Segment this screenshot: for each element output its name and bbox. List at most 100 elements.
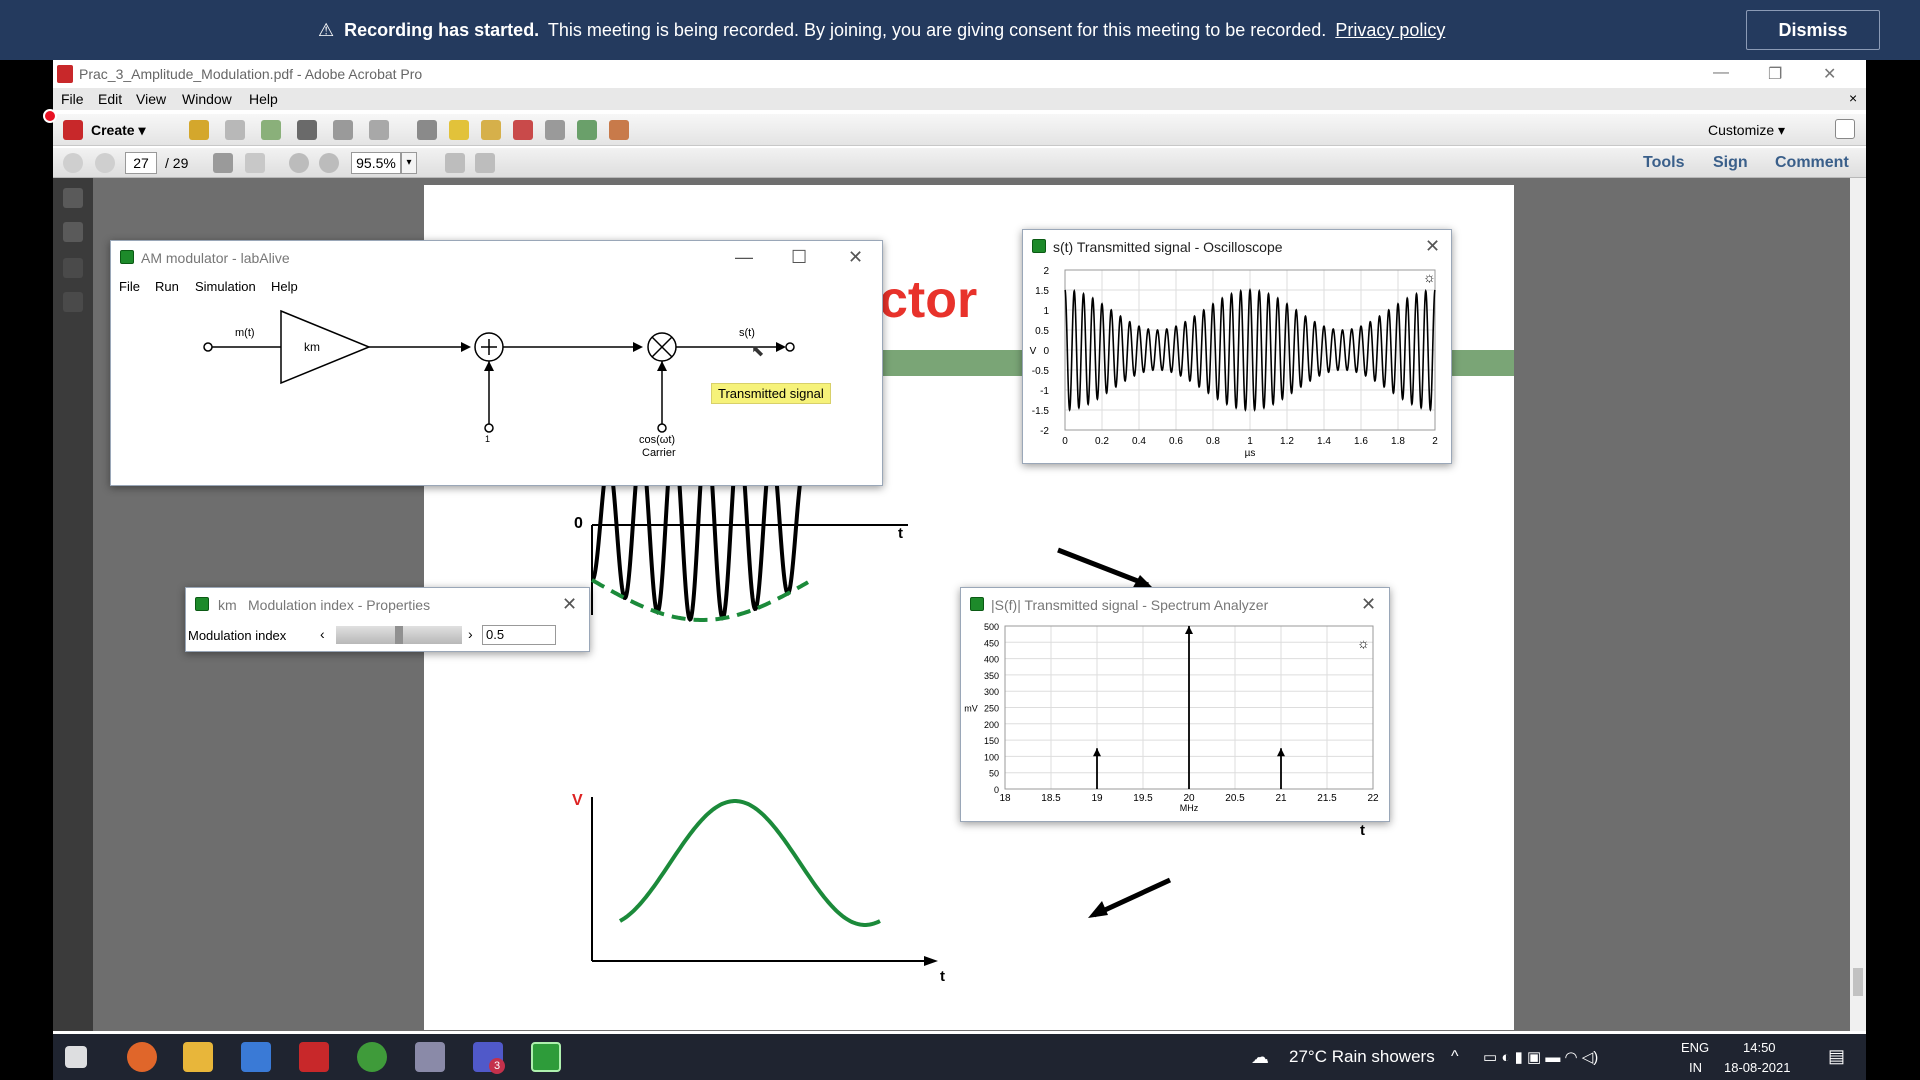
language-top[interactable]: ENG bbox=[1681, 1040, 1709, 1055]
acrobat-taskbar-icon[interactable] bbox=[299, 1042, 329, 1072]
zoom-out-icon[interactable] bbox=[289, 153, 309, 173]
spec-y-tick: 200 bbox=[984, 720, 999, 730]
slider-left-icon[interactable]: ‹ bbox=[320, 626, 325, 642]
pen-app-icon[interactable] bbox=[415, 1042, 445, 1072]
modulation-index-slider[interactable] bbox=[336, 626, 462, 644]
weather-text[interactable]: 27°C Rain showers bbox=[1289, 1047, 1435, 1067]
zoom-in-icon[interactable] bbox=[319, 153, 339, 173]
sine-axis-arrow bbox=[924, 956, 938, 966]
menu-window[interactable]: Window bbox=[182, 91, 232, 107]
vertical-scrollbar[interactable] bbox=[1850, 178, 1866, 1031]
tooltip-transmitted-signal: Transmitted signal bbox=[711, 383, 831, 404]
firefox-icon[interactable] bbox=[127, 1042, 157, 1072]
save-icon[interactable] bbox=[225, 120, 245, 140]
upload-icon[interactable] bbox=[261, 120, 281, 140]
notifications-icon[interactable]: ▤ bbox=[1828, 1046, 1845, 1067]
spectrum-analyzer-window: |S(f)| Transmitted signal - Spectrum Ana… bbox=[960, 587, 1390, 822]
spec-y-label: mV bbox=[964, 704, 978, 714]
modulation-index-label: Modulation index bbox=[188, 628, 287, 643]
fit-page-icon[interactable] bbox=[445, 153, 465, 173]
page-number-input[interactable]: 27 bbox=[125, 152, 157, 174]
close-doc-icon[interactable]: × bbox=[1849, 90, 1857, 106]
close-icon[interactable]: ✕ bbox=[562, 594, 577, 615]
customize-button[interactable]: Customize ▾ bbox=[1708, 122, 1785, 139]
windows-start-icon[interactable] bbox=[65, 1046, 87, 1068]
zoom-dropdown-icon[interactable]: ▾ bbox=[401, 152, 417, 174]
minimize-icon[interactable]: — bbox=[735, 247, 753, 268]
close-icon[interactable]: ✕ bbox=[848, 247, 863, 268]
fullscreen-icon[interactable] bbox=[1835, 119, 1855, 139]
scope-settings-icon[interactable]: ☼ bbox=[1423, 269, 1436, 285]
osc-x-tick: 0 bbox=[1062, 436, 1068, 447]
spectrum-settings-icon[interactable]: ☼ bbox=[1357, 635, 1370, 651]
tab-tools[interactable]: Tools bbox=[1643, 154, 1684, 172]
select-tool-icon[interactable] bbox=[213, 153, 233, 173]
create-button[interactable]: Create ▾ bbox=[91, 122, 146, 139]
tab-sign[interactable]: Sign bbox=[1713, 154, 1748, 172]
stamp-icon[interactable] bbox=[513, 120, 533, 140]
tray-icons[interactable]: ▭ ◐ ▮ ▣ ▬ ◠ ◁) bbox=[1483, 1048, 1598, 1066]
spec-x-tick: 18 bbox=[999, 793, 1011, 804]
osc-x-tick: 1.2 bbox=[1280, 436, 1294, 447]
pages-icon[interactable] bbox=[63, 188, 83, 208]
file-explorer-icon[interactable] bbox=[183, 1042, 213, 1072]
zoom-input[interactable]: 95.5% bbox=[351, 152, 401, 174]
restore-icon[interactable]: ❐ bbox=[1768, 64, 1782, 84]
attachments-icon[interactable] bbox=[63, 258, 83, 278]
chevron-up-icon[interactable]: ^ bbox=[1451, 1048, 1459, 1066]
osc-x-tick: 0.2 bbox=[1095, 436, 1109, 447]
scrollbar-thumb[interactable] bbox=[1853, 968, 1863, 996]
acrobat-title: Prac_3_Amplitude_Modulation.pdf - Adobe … bbox=[79, 66, 423, 82]
page-up-icon[interactable] bbox=[63, 153, 83, 173]
am-menu-simulation[interactable]: Simulation bbox=[195, 279, 256, 294]
hand-tool-icon[interactable] bbox=[245, 153, 265, 173]
globe-app-icon[interactable] bbox=[357, 1042, 387, 1072]
fit-width-icon[interactable] bbox=[475, 153, 495, 173]
maximize-icon[interactable]: ☐ bbox=[791, 247, 807, 268]
close-icon[interactable]: ✕ bbox=[1823, 64, 1836, 84]
modulation-index-input[interactable]: 0.5 bbox=[482, 625, 556, 645]
review-icon[interactable] bbox=[545, 120, 565, 140]
create-icon bbox=[63, 120, 83, 140]
email-icon[interactable] bbox=[369, 120, 389, 140]
privacy-policy-link[interactable]: Privacy policy bbox=[1335, 20, 1445, 40]
slider-thumb[interactable] bbox=[395, 626, 403, 644]
comment-icon[interactable] bbox=[449, 120, 469, 140]
menu-view[interactable]: View bbox=[136, 91, 166, 107]
page-down-icon[interactable] bbox=[95, 153, 115, 173]
labalive-taskbar-icon[interactable] bbox=[531, 1042, 561, 1072]
am-menu-help[interactable]: Help bbox=[271, 279, 298, 294]
form-icon[interactable] bbox=[609, 120, 629, 140]
edit-icon[interactable] bbox=[333, 120, 353, 140]
menu-file[interactable]: File bbox=[61, 91, 84, 107]
language-bottom[interactable]: IN bbox=[1689, 1060, 1702, 1075]
am-menu-file[interactable]: File bbox=[119, 279, 140, 294]
close-icon[interactable]: ✕ bbox=[1361, 594, 1376, 615]
spectrum-chart: 18 18.5 19 19.5 20 20.5 21 21.5 2250045040035030… bbox=[964, 622, 1379, 813]
spec-y-tick: 0 bbox=[994, 785, 999, 795]
slider-right-icon[interactable]: › bbox=[468, 626, 473, 642]
tab-comment[interactable]: Comment bbox=[1775, 154, 1849, 172]
am-menu-run[interactable]: Run bbox=[155, 279, 179, 294]
recording-text: This meeting is being recorded. By joini… bbox=[547, 20, 1327, 40]
signatures-icon[interactable] bbox=[63, 292, 83, 312]
labalive-icon bbox=[120, 250, 134, 264]
minimize-icon[interactable]: — bbox=[1713, 64, 1729, 82]
print-icon[interactable] bbox=[297, 120, 317, 140]
create-label: Create bbox=[91, 122, 135, 138]
spec-y-tick: 350 bbox=[984, 671, 999, 681]
zero-label: 0 bbox=[574, 515, 583, 532]
clock-time[interactable]: 14:50 bbox=[1743, 1040, 1776, 1055]
clock-date[interactable]: 18-08-2021 bbox=[1724, 1060, 1791, 1075]
close-icon[interactable]: ✕ bbox=[1425, 236, 1440, 257]
menu-edit[interactable]: Edit bbox=[98, 91, 122, 107]
export-icon[interactable] bbox=[577, 120, 597, 140]
bookmarks-icon[interactable] bbox=[63, 222, 83, 242]
menu-help[interactable]: Help bbox=[249, 91, 278, 107]
settings-icon[interactable] bbox=[417, 120, 437, 140]
highlight-icon[interactable] bbox=[481, 120, 501, 140]
open-folder-icon[interactable] bbox=[189, 120, 209, 140]
this-pc-icon[interactable] bbox=[241, 1042, 271, 1072]
gain-label: km bbox=[304, 340, 320, 354]
dismiss-button[interactable]: Dismiss bbox=[1746, 10, 1880, 50]
